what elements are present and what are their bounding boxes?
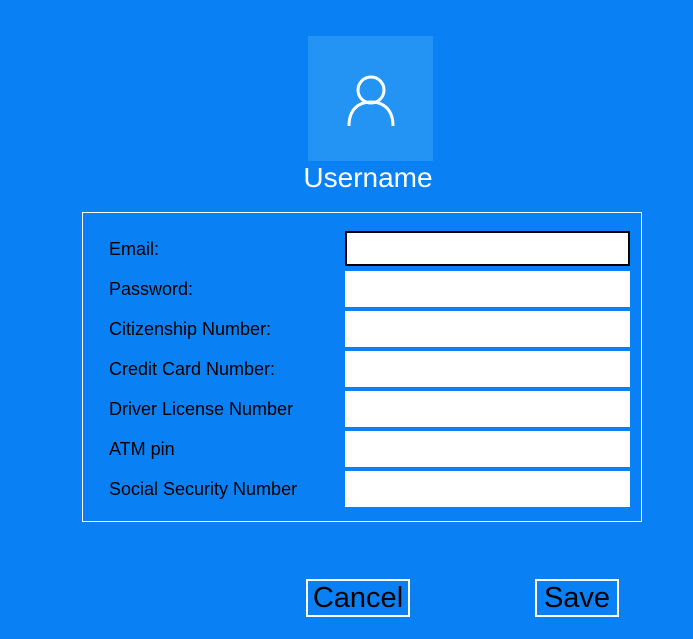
form-row-atm-pin: ATM pin [83, 431, 641, 467]
form-row-email: Email: [83, 231, 641, 267]
credit-card-number-label: Credit Card Number: [109, 359, 276, 379]
password-field[interactable] [345, 271, 630, 307]
driver-license-number-label: Driver License Number [109, 399, 294, 419]
credit-card-number-field[interactable] [345, 351, 630, 387]
citizenship-number-label: Citizenship Number: [109, 319, 272, 339]
user-icon [347, 75, 394, 126]
username-label: Username [303, 162, 433, 193]
avatar [308, 36, 433, 161]
social-security-number-label: Social Security Number [109, 479, 298, 499]
email-field[interactable] [345, 231, 630, 266]
citizenship-number-field[interactable] [345, 311, 630, 347]
form-row-driver-license: Driver License Number [83, 391, 641, 427]
form-row-citizenship: Citizenship Number: [83, 311, 641, 347]
atm-pin-label: ATM pin [109, 439, 175, 459]
social-security-number-field[interactable] [345, 471, 630, 507]
email-label: Email: [109, 239, 160, 259]
cancel-button[interactable]: Cancel [306, 579, 410, 617]
form-row-credit-card: Credit Card Number: [83, 351, 641, 387]
form-row-password: Password: [83, 271, 641, 307]
driver-license-number-field[interactable] [345, 391, 630, 427]
password-label: Password: [109, 279, 194, 299]
form-panel: Email: Password: Citizenship Number: Cre… [82, 212, 642, 522]
form-row-ssn: Social Security Number [83, 471, 641, 507]
atm-pin-field[interactable] [345, 431, 630, 467]
save-button[interactable]: Save [535, 579, 619, 617]
